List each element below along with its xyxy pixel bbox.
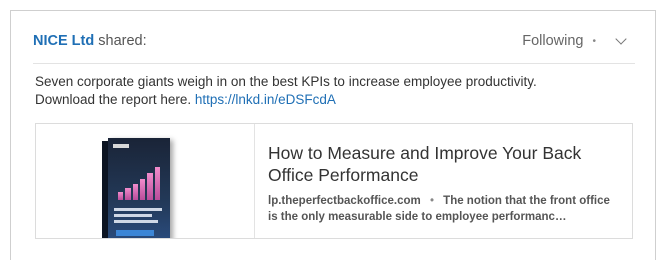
report-thumbnail[interactable] [36,124,255,238]
post-header: NICE Ltd shared: Following • [33,33,635,55]
link-preview-card[interactable]: How to Measure and Improve Your Back Off… [35,123,633,239]
preview-meta: lp.theperfectbackoffice.com • The notion… [268,193,620,225]
shared-label: shared: [98,33,147,49]
preview-title[interactable]: How to Measure and Improve Your Back Off… [268,142,620,186]
book-spine [102,141,108,238]
post-body: Seven corporate giants weigh in on the b… [35,74,537,89]
separator-dot: • [592,35,596,47]
cover-bar-graphic [118,166,160,200]
cover-logo [113,144,129,148]
preview-content: How to Measure and Improve Your Back Off… [255,124,632,238]
chevron-down-icon[interactable] [615,33,627,45]
shared-post-card: NICE Ltd shared: Following • Seven corpo… [10,10,656,260]
company-name-link[interactable]: NICE Ltd [33,33,94,49]
post-text: Seven corporate giants weigh in on the b… [35,73,635,109]
report-cover-image [102,138,170,238]
following-button[interactable]: Following [522,33,583,49]
cover-band [116,230,154,236]
follow-controls: Following • [522,33,627,49]
shortened-link[interactable]: https://lnkd.in/eDSFcdA [195,92,336,107]
preview-domain[interactable]: lp.theperfectbackoffice.com [268,195,421,207]
download-cta: Download the report here. [35,92,192,107]
cover-text-lines [114,208,162,226]
header-divider [33,63,635,64]
preview-separator: • [429,195,434,207]
